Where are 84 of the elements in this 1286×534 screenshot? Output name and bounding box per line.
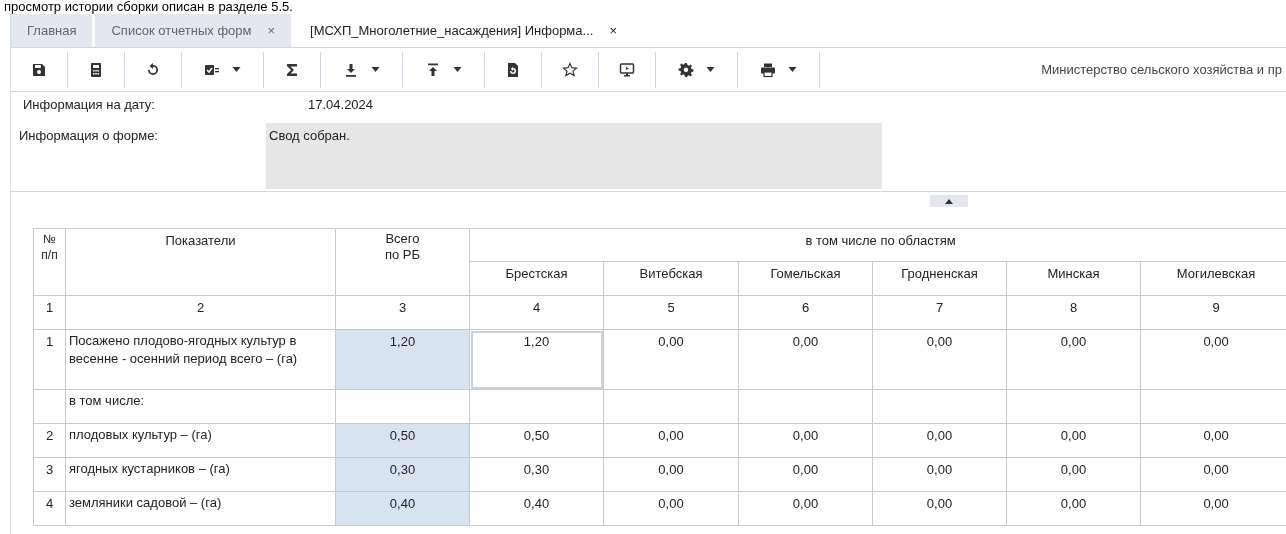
printer-icon	[760, 61, 776, 78]
table-cell: земляники садовой – (га)	[65, 491, 336, 526]
table-cell[interactable]: 0,00	[1006, 457, 1141, 492]
close-icon[interactable]: ×	[267, 20, 276, 41]
table-header-cell: Гродненская	[872, 261, 1007, 296]
table-cell: 0,50	[335, 423, 470, 458]
download-icon	[343, 61, 359, 78]
caret-icon	[788, 67, 797, 72]
table-cell: 0,40	[335, 491, 470, 526]
table-cell[interactable]: 0,50	[469, 423, 604, 458]
table-cell[interactable]: 0,30	[469, 457, 604, 492]
gear-icon	[678, 61, 694, 78]
table-header-cell: Минская	[1006, 261, 1141, 296]
table-cell[interactable]: 0,00	[872, 329, 1007, 390]
table-cell: ягодных кустарников – (га)	[65, 457, 336, 492]
table-cell[interactable]: 0,00	[1006, 491, 1141, 526]
table-cell[interactable]: 0,00	[1006, 423, 1141, 458]
table-header-cell: в том числе по областям	[469, 228, 1286, 262]
caret-icon	[706, 67, 715, 72]
table-cell[interactable]	[1006, 389, 1141, 424]
organization-name: Министерство сельского хозяйства и пр	[1041, 60, 1282, 79]
table-header-cell: 1	[33, 295, 66, 330]
tab[interactable]: Список отчетных форм ×	[95, 14, 292, 47]
sigma-icon	[284, 61, 300, 78]
table-cell: Посажено плодово-ягодных культур в весенне - осенний период всего – (га)	[65, 329, 336, 390]
table-cell[interactable]: 1,20	[469, 329, 604, 390]
form-info-label: Информация о форме:	[19, 127, 159, 145]
date-label: Информация на дату:	[23, 95, 156, 114]
table-cell[interactable]: 0,00	[872, 457, 1007, 492]
table-cell[interactable]	[738, 389, 873, 424]
table-header-cell: 7	[872, 295, 1007, 330]
refresh-document-icon	[505, 61, 521, 78]
table-cell[interactable]: 0,00	[738, 457, 873, 492]
table-cell[interactable]: 0,00	[872, 491, 1007, 526]
table-header-cell: Показатели	[65, 228, 336, 296]
table-cell: 1	[33, 329, 66, 390]
table-header-cell: Брестская	[469, 261, 604, 296]
table-header-cell: № п/п	[33, 228, 66, 296]
table-cell[interactable]	[469, 389, 604, 424]
table-header-cell: Всего по РБ	[335, 228, 470, 296]
table-cell[interactable]: 0,00	[603, 457, 739, 492]
table-cell[interactable]: 0,00	[738, 423, 873, 458]
table-cell[interactable]: 0,00	[603, 329, 739, 390]
table-cell[interactable]	[872, 389, 1007, 424]
table-cell: 0,30	[335, 457, 470, 492]
table-cell[interactable]: 0,00	[872, 423, 1007, 458]
table-header-cell: 5	[603, 295, 739, 330]
caret-icon	[232, 67, 241, 72]
star-icon	[562, 61, 578, 78]
monitor-icon	[619, 61, 635, 78]
caret-icon	[453, 67, 462, 72]
table-header-cell: Гомельская	[738, 261, 873, 296]
table-cell: 2	[33, 423, 66, 458]
close-icon[interactable]: ×	[609, 20, 617, 41]
table-cell: в том числе:	[65, 389, 336, 424]
table-cell[interactable]: 0,00	[603, 423, 739, 458]
table-header-cell: 6	[738, 295, 873, 330]
table-cell: 3	[33, 457, 66, 492]
table-cell	[33, 389, 66, 424]
date-value: 17.04.2024	[308, 95, 374, 114]
table-cell[interactable]	[603, 389, 739, 424]
table-cell[interactable]: 0,00	[738, 329, 873, 390]
table-cell[interactable]: 0,00	[1006, 329, 1141, 390]
undo-icon	[145, 61, 161, 78]
caret-icon	[371, 67, 380, 72]
heading-text: просмотр истории сборки описан в разделе 5.5.	[3, 0, 294, 14]
upload-icon	[425, 61, 441, 78]
calculator-icon	[88, 61, 104, 78]
table-cell[interactable]: 0,00	[603, 491, 739, 526]
table-header-cell: 8	[1006, 295, 1141, 330]
table-header-cell: 3	[335, 295, 470, 330]
table-header-cell: Витебская	[603, 261, 739, 296]
table-cell[interactable]: 0,40	[469, 491, 604, 526]
table-cell[interactable]: 0,00	[738, 491, 873, 526]
table-cell: плодовых культур – (га)	[65, 423, 336, 458]
table-header-cell: 4	[469, 295, 604, 330]
caret-up-icon	[944, 198, 953, 204]
table-header-cell: 2	[65, 295, 336, 330]
table-cell: 1,20	[335, 329, 470, 390]
form-info-field[interactable]: Свод собран.	[266, 123, 882, 189]
table-cell: 4	[33, 491, 66, 526]
collapse-button[interactable]	[929, 195, 968, 207]
tab[interactable]: Главная	[11, 14, 93, 47]
save-icon	[31, 61, 47, 78]
